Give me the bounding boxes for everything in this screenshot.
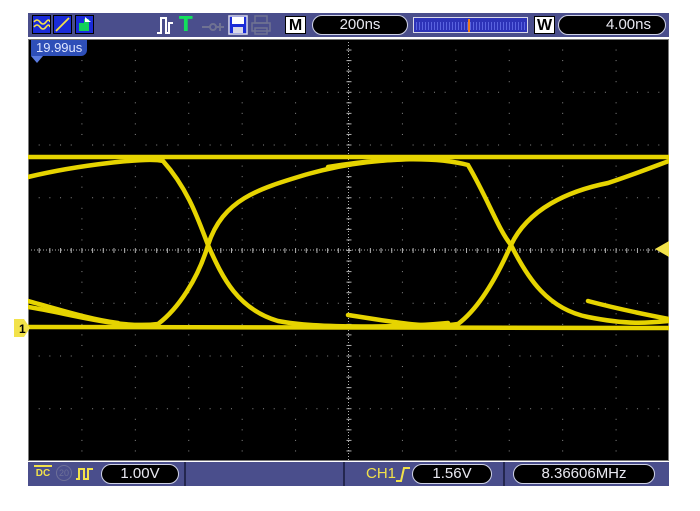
trace-rising-edge-3 — [585, 298, 669, 322]
waveform-screen — [28, 39, 669, 461]
trigger-time-readout[interactable]: 19.99us — [31, 40, 88, 56]
memory-tick — [518, 22, 519, 30]
coupling-label: DC — [35, 468, 51, 479]
memory-tick — [431, 22, 432, 30]
rising-edge-icon[interactable] — [395, 466, 411, 482]
memory-tick — [476, 22, 477, 30]
memory-tick — [482, 22, 483, 30]
memory-tick — [437, 22, 438, 30]
memory-tick — [491, 22, 492, 30]
memory-tick — [449, 22, 450, 30]
trace-rising-edge-1 — [28, 157, 451, 329]
memory-tick — [515, 22, 516, 30]
memory-tick — [446, 22, 447, 30]
memory-tick — [488, 22, 489, 30]
memory-tick — [464, 22, 465, 30]
divider — [503, 462, 505, 486]
memory-tick — [473, 22, 474, 30]
trigger-T-icon: T — [179, 12, 193, 36]
memory-tick — [419, 22, 420, 30]
memory-tick — [455, 22, 456, 30]
trigger-level-marker[interactable] — [655, 241, 669, 257]
memory-tick — [509, 22, 510, 30]
divider — [343, 462, 345, 486]
bandwidth-limit-icon[interactable]: 20 — [56, 465, 72, 481]
memory-tick — [512, 22, 513, 30]
status-bar-bottom: DC 20 1.00V CH1 1.56V 8.36606MHz — [28, 462, 669, 486]
channel-1-ground-marker[interactable]: 1 — [14, 319, 30, 337]
trace-falling-edge-1 — [28, 155, 451, 328]
trigger-edge-icon — [157, 17, 173, 34]
memory-tick — [422, 22, 423, 30]
memory-tick — [503, 22, 504, 30]
memory-tick — [467, 22, 468, 30]
memory-tick — [434, 22, 435, 30]
memory-tick — [479, 22, 480, 30]
memory-tick — [497, 22, 498, 30]
trace-rising-edge-2 — [325, 157, 669, 326]
memory-tick — [494, 22, 495, 30]
frequency-counter-readout: 8.36606MHz — [513, 464, 655, 484]
memory-tick — [440, 22, 441, 30]
trace-falling-edge-3 — [28, 298, 121, 326]
trigger-source-label[interactable]: CH1 — [366, 465, 396, 483]
invert-icon[interactable] — [75, 466, 95, 482]
memory-tick — [443, 22, 444, 30]
probe-icon — [202, 23, 224, 31]
divider — [184, 462, 186, 486]
coupling-indicator[interactable]: DC — [32, 464, 54, 479]
memory-tick — [506, 22, 507, 30]
timebase-readout[interactable]: 200ns — [312, 15, 408, 35]
memory-tick — [425, 22, 426, 30]
memory-tick — [461, 22, 462, 30]
window-timebase-readout[interactable]: 4.00ns — [558, 15, 666, 35]
memory-tick — [521, 22, 522, 30]
window-mode-label: W — [534, 16, 555, 34]
channel-1-label: 1 — [19, 322, 26, 336]
memory-tick — [500, 22, 501, 30]
trigger-position-marker[interactable] — [31, 56, 43, 63]
trigger-level-readout[interactable]: 1.56V — [412, 464, 492, 484]
memory-tick — [524, 22, 525, 30]
status-bar-top: T M 200ns W 4.00ns — [28, 13, 669, 37]
memory-tick — [416, 22, 417, 30]
memory-tick — [458, 22, 459, 30]
memory-position-bar[interactable] — [413, 17, 528, 33]
oscilloscope-display: T M 200ns W 4.00ns 19.99us 1 DC 20 1.00V… — [0, 0, 700, 511]
memory-tick — [452, 22, 453, 30]
memory-tick — [470, 22, 471, 30]
acquire-waveform-icon[interactable] — [32, 15, 51, 34]
floppy-disk-icon[interactable] — [228, 15, 248, 35]
run-icon[interactable] — [75, 15, 94, 34]
memory-window-indicator — [414, 19, 527, 32]
memory-tick — [428, 22, 429, 30]
printer-icon[interactable] — [250, 15, 272, 35]
eye-diagram-trace — [28, 154, 669, 331]
slope-icon[interactable] — [53, 15, 72, 34]
memory-tick — [485, 22, 486, 30]
timebase-mode-label: M — [285, 16, 306, 34]
volts-per-div-readout[interactable]: 1.00V — [101, 464, 179, 484]
